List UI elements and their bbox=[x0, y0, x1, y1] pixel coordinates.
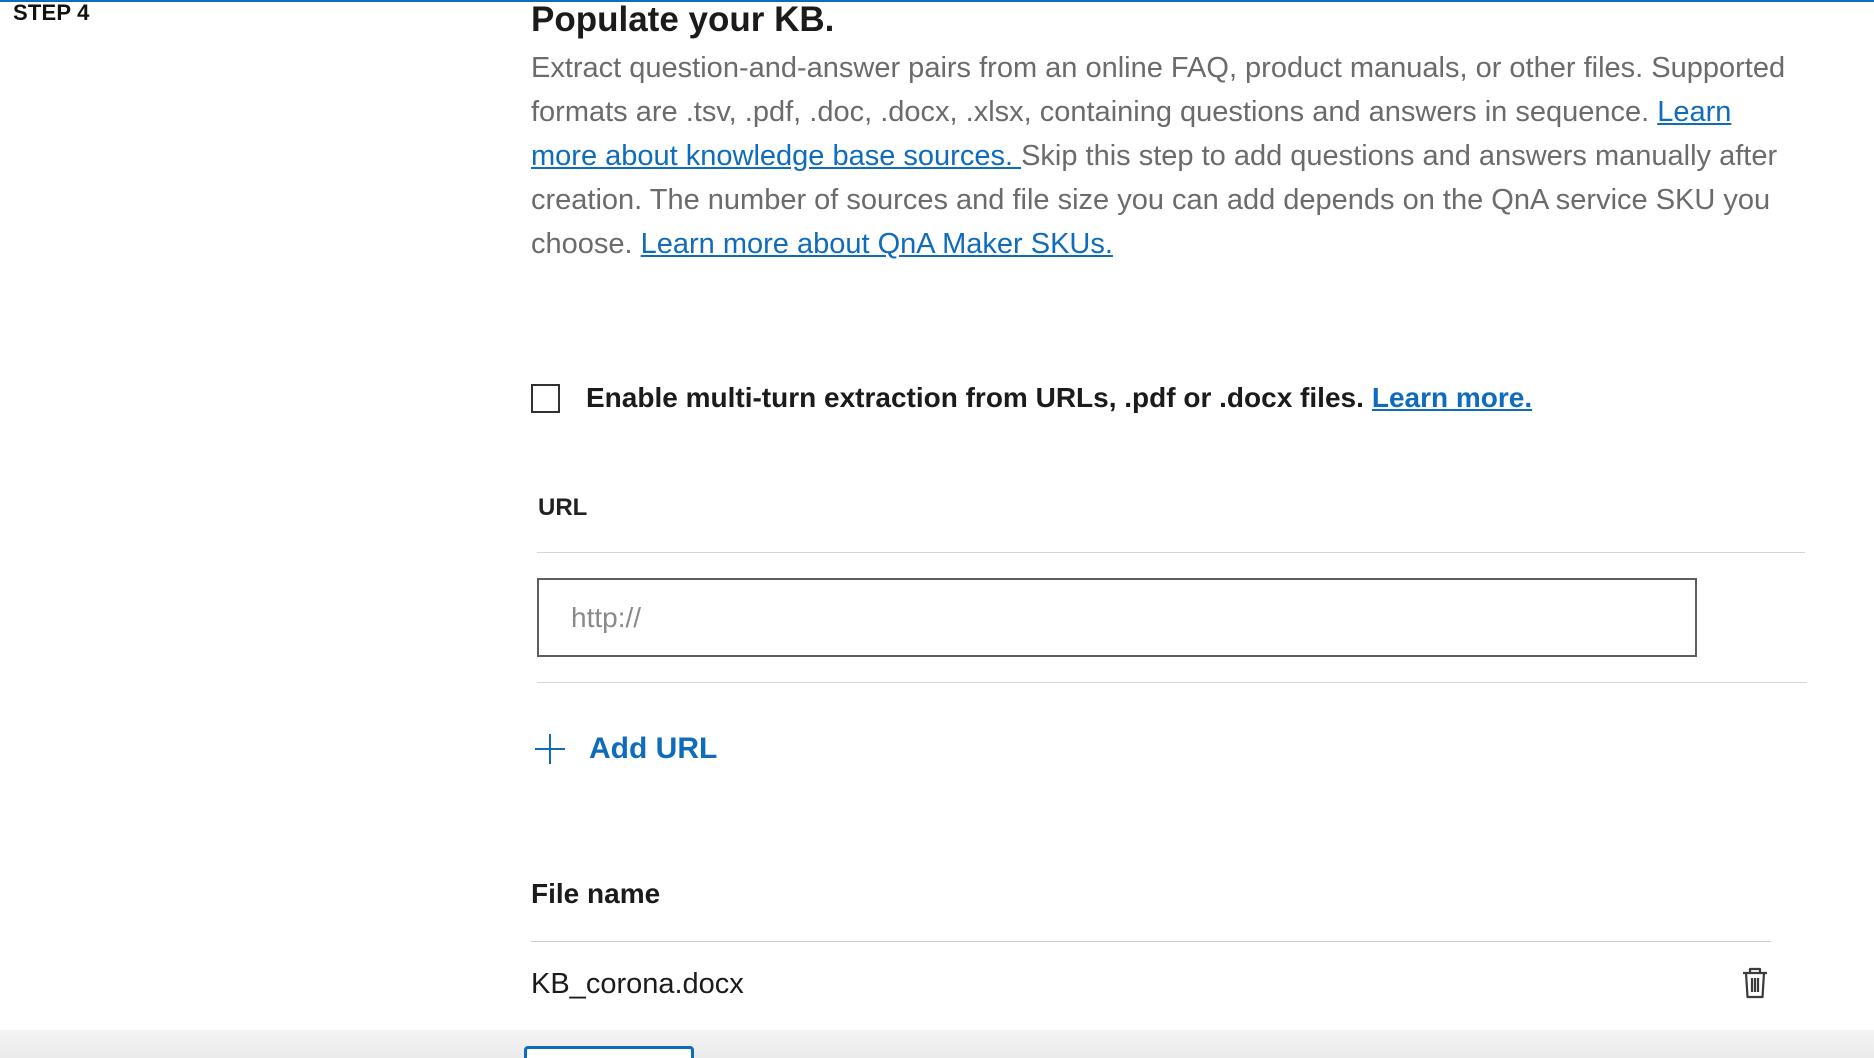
bottom-action-button[interactable] bbox=[524, 1046, 694, 1058]
plus-icon bbox=[535, 734, 565, 764]
url-input[interactable] bbox=[537, 578, 1697, 657]
learn-more-sku-link[interactable]: Learn more about QnA Maker SKUs. bbox=[641, 228, 1113, 260]
section-heading: Populate your KB. bbox=[531, 0, 835, 39]
multiturn-option: Enable multi-turn extraction from URLs, … bbox=[531, 378, 1532, 418]
page: STEP 4 Populate your KB. Extract questio… bbox=[0, 0, 1874, 1058]
section-description: Extract question-and-answer pairs from a… bbox=[531, 46, 1791, 266]
add-url-button[interactable]: Add URL bbox=[535, 732, 717, 766]
step-label: STEP 4 bbox=[13, 0, 90, 25]
url-row-divider bbox=[537, 682, 1807, 683]
multiturn-checkbox[interactable] bbox=[531, 383, 560, 413]
file-name-column-header: File name bbox=[531, 878, 661, 909]
file-header-divider bbox=[531, 941, 1771, 942]
top-divider bbox=[0, 0, 1874, 2]
add-url-label: Add URL bbox=[589, 732, 718, 765]
bottom-shade bbox=[0, 1030, 1874, 1058]
description-text-1: Extract question-and-answer pairs from a… bbox=[531, 52, 1786, 128]
url-header-divider bbox=[537, 552, 1805, 553]
url-column-header: URL bbox=[538, 494, 588, 521]
multiturn-learn-more-link[interactable]: Learn more. bbox=[1372, 382, 1532, 413]
multiturn-label: Enable multi-turn extraction from URLs, … bbox=[586, 382, 1532, 414]
trash-icon[interactable] bbox=[1740, 966, 1770, 1000]
file-row-name: KB_corona.docx bbox=[531, 968, 744, 1000]
multiturn-label-text: Enable multi-turn extraction from URLs, … bbox=[586, 382, 1364, 413]
